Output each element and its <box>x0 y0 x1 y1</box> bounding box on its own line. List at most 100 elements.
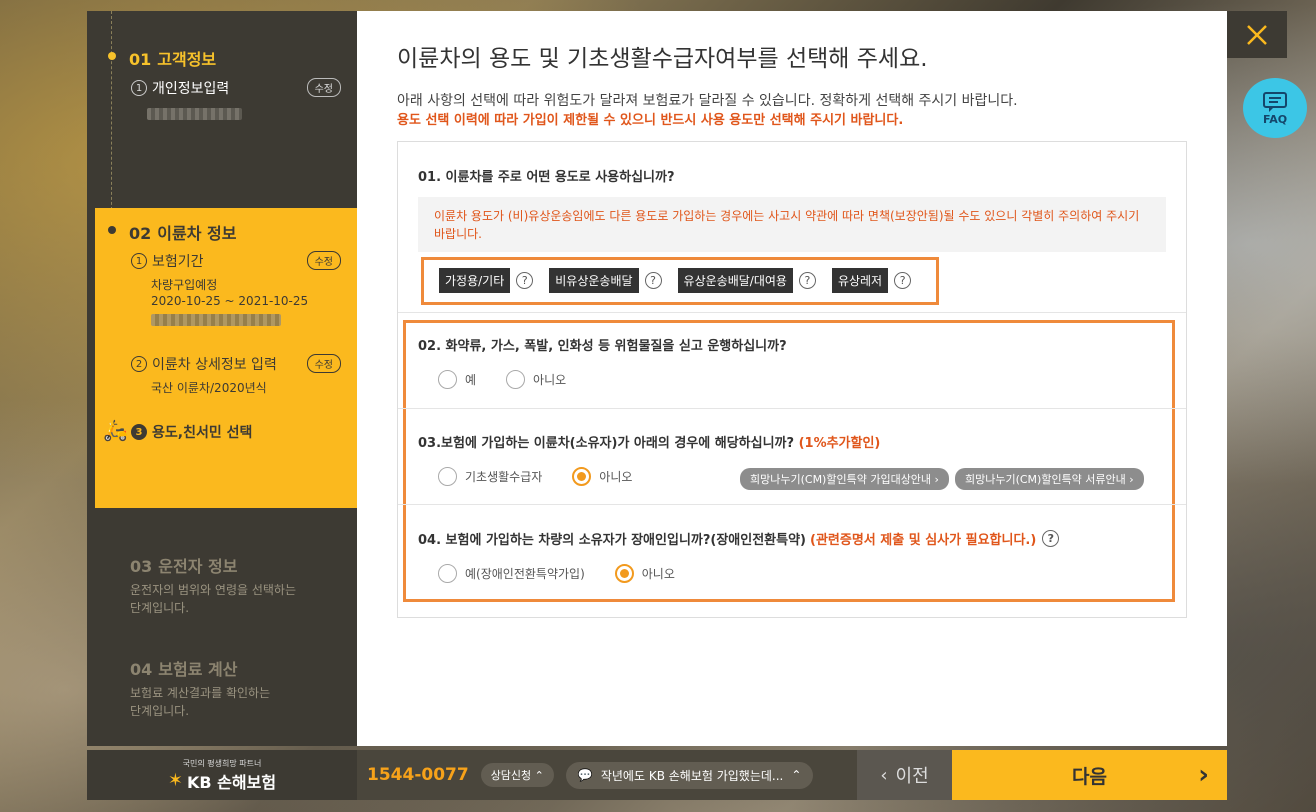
page-title: 이륜차의 용도 및 기초생활수급자여부를 선택해 주세요. <box>397 46 928 72</box>
question-2: 02. 화약류, 가스, 폭발, 인화성 등 위험물질을 싣고 운행하십니까? <box>418 339 787 354</box>
step-bullet <box>108 52 116 60</box>
question-3-text: 03.보험에 가입하는 이륜차(소유자)가 아래의 경우에 해당하십니까? <box>418 436 795 451</box>
cm-discount-eligibility-button[interactable]: 희망나누기(CM)할인특약 가입대상안내 › <box>740 468 949 490</box>
step-driver-info: 03 운전자 정보 운전자의 범위와 연령을 선택하는 단계입니다. <box>87 553 357 617</box>
question-3-options: 기초생활수급자 아니오 <box>438 467 632 486</box>
help-icon[interactable]: ? <box>516 272 534 289</box>
prev-label: 이전 <box>895 766 929 787</box>
step-title: 이륜차 정보 <box>157 224 237 243</box>
step-premium-calc: 04 보험료 계산 보험료 계산결과를 확인하는 단계입니다. <box>87 656 357 720</box>
q2-no-radio[interactable] <box>506 370 526 389</box>
sub-step-label: 용도,친서민 선택 <box>152 425 253 441</box>
step-motorcycle-info-active: 02 이륜차 정보 1 보험기간 수정 차량구입예정 2020-10-25 ~ 2… <box>95 208 357 508</box>
questions-2-4-highlight <box>403 320 1175 602</box>
q3-basic-livelihood-radio[interactable] <box>438 467 457 486</box>
edit-personal-info-button[interactable]: 수정 <box>306 78 341 97</box>
question-2-options: 예 아니오 <box>438 370 566 389</box>
cm-discount-documents-button[interactable]: 희망나누기(CM)할인특약 서류안내 › <box>954 468 1144 490</box>
prev-button[interactable]: ‹ 이전 <box>857 750 952 800</box>
chevron-right-icon: › <box>1198 760 1209 790</box>
chat-faq-text: 작년에도 KB 손해보험 가입했는데... <box>600 768 784 783</box>
help-icon[interactable]: ? <box>1042 530 1060 547</box>
divider <box>398 408 1186 409</box>
sub-step-label: 보험기간 <box>152 254 204 270</box>
main-content: 이륜차의 용도 및 기초생활수급자여부를 선택해 주세요. 아래 사항의 선택에… <box>357 11 1227 746</box>
q3-basic-livelihood-label: 기초생활수급자 <box>465 470 543 484</box>
edit-motorcycle-detail-button[interactable]: 수정 <box>306 354 341 373</box>
lead-warning: 용도 선택 이력에 따라 가입이 제한될 수 있으니 반드시 사용 용도만 선택… <box>397 113 904 128</box>
contact-area: 1544-0077 상담신청 ⌃ 💬 작년에도 KB 손해보험 가입했는데...… <box>357 750 857 800</box>
question-4-options: 예(장애인전환특약가입) 아니오 <box>438 564 675 583</box>
step-number: 04 <box>130 660 153 679</box>
edit-insurance-period-button[interactable]: 수정 <box>306 251 341 270</box>
chevron-left-icon: ‹ <box>880 764 888 786</box>
q4-disabled-rider-label: 예(장애인전환특약가입) <box>465 567 585 581</box>
next-button[interactable]: 다음 › <box>952 750 1227 800</box>
usage-option-paid-delivery-rental[interactable]: 유상운송배달/대여용 <box>677 268 793 293</box>
question-3-discount: (1%추가할인) <box>798 436 881 451</box>
q2-yes-label: 예 <box>465 373 477 387</box>
lead-text: 아래 사항의 선택에 따라 위험도가 달라져 보험료가 달라질 수 있습니다. … <box>397 93 1018 109</box>
question-1-notice: 이륜차 용도가 (비)유상운송임에도 다른 용도로 가입하는 경우에는 사고시 … <box>418 197 1166 252</box>
step-title: 운전자 정보 <box>158 557 238 576</box>
speech-bubble-icon: 💬 <box>577 768 593 782</box>
step-desc: 운전자의 범위와 연령을 선택하는 <box>130 583 297 597</box>
sub-step-label: 이륜차 상세정보 입력 <box>152 357 277 373</box>
bottom-bar: 국민의 평생희망 파트너 ✶ KB 손해보험 1544-0077 상담신청 ⌃ … <box>87 750 1227 800</box>
step-bullet <box>108 226 116 234</box>
q2-no-label: 아니오 <box>533 373 567 387</box>
help-icon[interactable]: ? <box>798 272 816 289</box>
question-3: 03.보험에 가입하는 이륜차(소유자)가 아래의 경우에 해당하십니까? (1… <box>418 432 880 451</box>
step-number: 02 <box>129 224 152 243</box>
chat-bubble-icon <box>1263 91 1287 112</box>
close-icon <box>1247 24 1267 45</box>
q4-no-radio[interactable] <box>614 564 634 583</box>
step-title: 고객정보 <box>157 50 217 69</box>
help-icon[interactable]: ? <box>644 272 662 289</box>
help-icon[interactable]: ? <box>894 272 912 289</box>
question-1: 01. 이륜차를 주로 어떤 용도로 사용하십니까? <box>418 170 675 185</box>
masked-vehicle-info <box>151 314 281 326</box>
step-customer-info: 01 고객정보 1 개인정보입력 수정 <box>87 46 357 120</box>
motorcycle-model-year: 국산 이륜차/2020년식 <box>151 381 267 395</box>
chevron-up-icon: ⌃ <box>791 768 802 782</box>
question-form: 01. 이륜차를 주로 어떤 용도로 사용하십니까? 이륜차 용도가 (비)유상… <box>397 141 1187 618</box>
step-desc: 보험료 계산결과를 확인하는 <box>130 686 271 700</box>
q3-no-radio[interactable] <box>572 467 592 486</box>
q3-guide-buttons: 희망나누기(CM)할인특약 가입대상안내 › 희망나누기(CM)할인특약 서류안… <box>740 468 1144 490</box>
q4-disabled-rider-radio[interactable] <box>438 564 457 583</box>
purchase-status: 차량구입예정 <box>151 278 218 292</box>
usage-option-home[interactable]: 가정용/기타 <box>439 268 511 293</box>
step-number: 01 <box>129 50 152 69</box>
brand-name: KB 손해보험 <box>187 772 277 792</box>
masked-personal-info <box>147 108 242 120</box>
consult-request-button[interactable]: 상담신청 ⌃ <box>480 763 554 787</box>
brand-tagline: 국민의 평생희망 파트너 <box>182 758 262 768</box>
kb-star-icon: ✶ <box>167 770 184 791</box>
sub-step-label: 개인정보입력 <box>152 81 230 97</box>
step-desc: 단계입니다. <box>130 601 190 615</box>
step-title: 보험료 계산 <box>158 660 238 679</box>
brand-logo: 국민의 평생희망 파트너 ✶ KB 손해보험 <box>87 750 357 800</box>
phone-number: 1544-0077 <box>367 765 469 785</box>
faq-button[interactable]: FAQ <box>1243 78 1307 138</box>
usage-option-nonpaid-delivery[interactable]: 비유상운송배달 <box>549 268 639 293</box>
sub-step-motorcycle-detail: 2 이륜차 상세정보 입력 수정 <box>131 354 357 374</box>
q3-no-label: 아니오 <box>599 470 633 484</box>
question-4-note: (관련증명서 제출 및 심사가 필요합니다.) <box>810 533 1037 548</box>
question-4-text: 04. 보험에 가입하는 차량의 소유자가 장애인입니까?(장애인전환특약) <box>418 533 807 548</box>
usage-options: 가정용/기타 ? 비유상운송배달 ? 유상운송배달/대여용 ? 유상레저 ? <box>439 268 912 293</box>
q2-yes-radio[interactable] <box>438 370 457 389</box>
divider <box>398 504 1186 505</box>
usage-option-paid-leisure[interactable]: 유상레저 <box>831 268 889 293</box>
page-lead: 아래 사항의 선택에 따라 위험도가 달라져 보험료가 달라질 수 있습니다. … <box>397 91 1018 131</box>
sub-step-personal-info: 1 개인정보입력 수정 <box>87 78 357 98</box>
step-number: 03 <box>130 557 153 576</box>
close-button[interactable] <box>1227 11 1287 58</box>
faq-label: FAQ <box>1262 112 1288 126</box>
chat-faq-button[interactable]: 💬 작년에도 KB 손해보험 가입했는데... ⌃ <box>565 761 814 789</box>
question-4: 04. 보험에 가입하는 차량의 소유자가 장애인입니까?(장애인전환특약) (… <box>418 529 1060 548</box>
insurance-period-dates: 2020-10-25 ~ 2021-10-25 <box>151 294 309 308</box>
chevron-up-icon: ⌃ <box>534 769 544 782</box>
divider <box>398 312 1186 313</box>
